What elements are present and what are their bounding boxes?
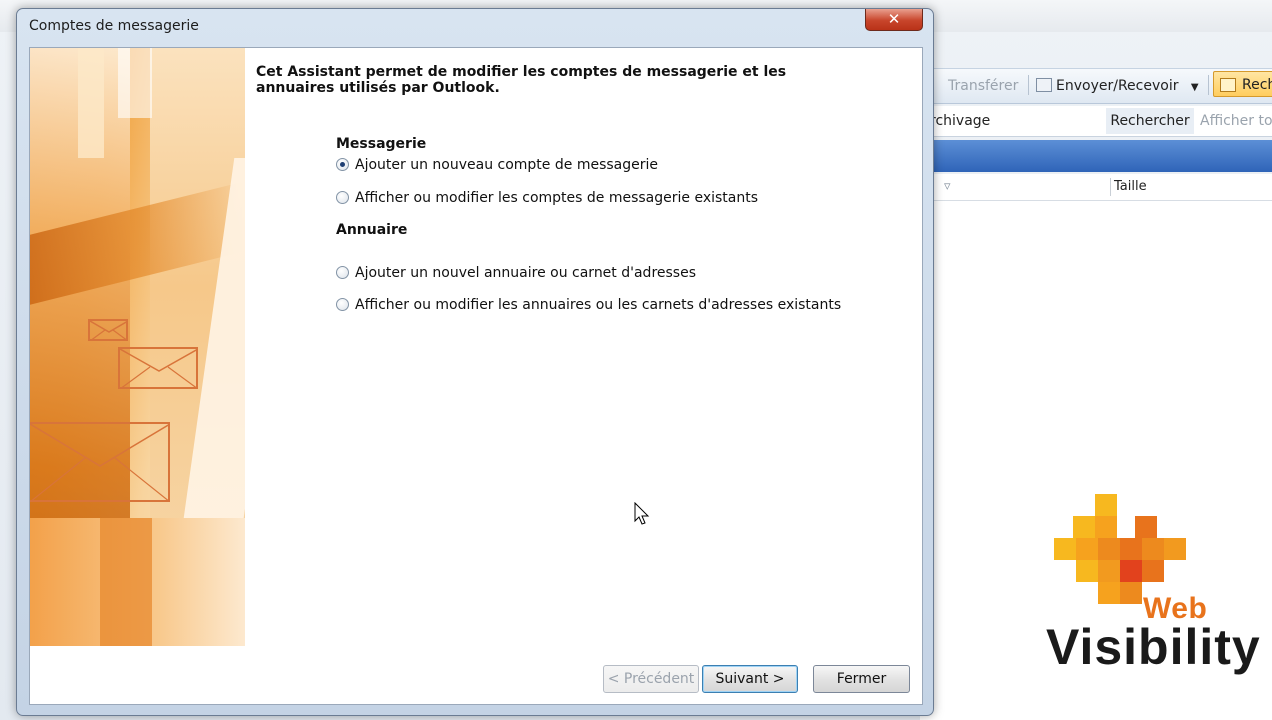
rechercher-contact-button[interactable]: Rech — [1213, 71, 1272, 97]
transferer-label: Transférer — [948, 78, 1019, 94]
messagerie-section-title: Messagerie — [336, 136, 427, 152]
search-button[interactable]: Rechercher — [1106, 108, 1194, 134]
search-input[interactable]: rchivage — [920, 108, 1100, 134]
column-divider[interactable] — [1110, 178, 1111, 196]
chevron-down-icon[interactable]: ▼ — [1191, 82, 1199, 93]
radio-ajouter-annuaire[interactable]: Ajouter un nouvel annuaire ou carnet d'a… — [336, 265, 696, 283]
precedent-button[interactable]: < Précédent — [603, 665, 699, 693]
find-icon — [1220, 78, 1236, 92]
rechercher-label: Rech — [1242, 77, 1272, 93]
dialog-title: Comptes de messagerie — [29, 18, 199, 34]
radio-unchecked-icon[interactable] — [336, 191, 349, 204]
radio-unchecked-icon[interactable] — [336, 266, 349, 279]
toolbar-divider — [1208, 75, 1209, 95]
list-column-header: ▿ Taille — [920, 174, 1272, 201]
dialog-client-area: Cet Assistant permet de modifier les com… — [29, 47, 923, 705]
radio-unchecked-icon[interactable] — [336, 298, 349, 311]
column-taille[interactable]: Taille — [1114, 174, 1147, 200]
envelope-icon — [88, 319, 128, 341]
wizard-intro-text: Cet Assistant permet de modifier les com… — [256, 64, 787, 96]
envoyer-recevoir-button[interactable]: Envoyer/Recevoir ▼ — [1036, 75, 1199, 97]
suivant-button[interactable]: Suivant > — [702, 665, 798, 693]
radio-afficher-annuaires-label[interactable]: Afficher ou modifier les annuaires ou le… — [355, 297, 841, 313]
outlook-wizard-banner-image — [30, 48, 245, 646]
mouse-cursor-icon — [634, 502, 650, 525]
comptes-de-messagerie-dialog: Comptes de messagerie ✕ Cet Assistant pe… — [16, 8, 934, 716]
radio-afficher-comptes[interactable]: Afficher ou modifier les comptes de mess… — [336, 190, 758, 208]
radio-ajouter-compte-label[interactable]: Ajouter un nouveau compte de messagerie — [355, 157, 658, 173]
envoyer-recevoir-label: Envoyer/Recevoir — [1056, 78, 1179, 94]
show-all-link[interactable]: Afficher to — [1196, 108, 1272, 134]
sort-arrow-icon[interactable]: ▿ — [944, 174, 951, 200]
envelope-icon — [118, 347, 198, 389]
logo-visibility-text: Visibility — [1046, 619, 1261, 675]
radio-ajouter-annuaire-label[interactable]: Ajouter un nouvel annuaire ou carnet d'a… — [355, 265, 696, 281]
send-receive-icon — [1036, 78, 1052, 92]
envelope-icon — [30, 422, 170, 502]
toolbar-divider — [1028, 75, 1029, 95]
close-window-button[interactable]: ✕ — [865, 9, 923, 31]
radio-afficher-annuaires[interactable]: Afficher ou modifier les annuaires ou le… — [336, 297, 841, 315]
background-search-bar: rchivage Rechercher Afficher to — [920, 106, 1272, 137]
annuaire-section-title: Annuaire — [336, 222, 408, 238]
fermer-button[interactable]: Fermer — [813, 665, 910, 693]
radio-afficher-comptes-label[interactable]: Afficher ou modifier les comptes de mess… — [355, 190, 758, 206]
folder-header-bar — [920, 140, 1272, 172]
radio-checked-icon[interactable] — [336, 158, 349, 171]
transferer-button[interactable]: Transférer — [948, 75, 1018, 97]
close-icon: ✕ — [887, 10, 901, 28]
radio-ajouter-compte[interactable]: Ajouter un nouveau compte de messagerie — [336, 157, 658, 175]
